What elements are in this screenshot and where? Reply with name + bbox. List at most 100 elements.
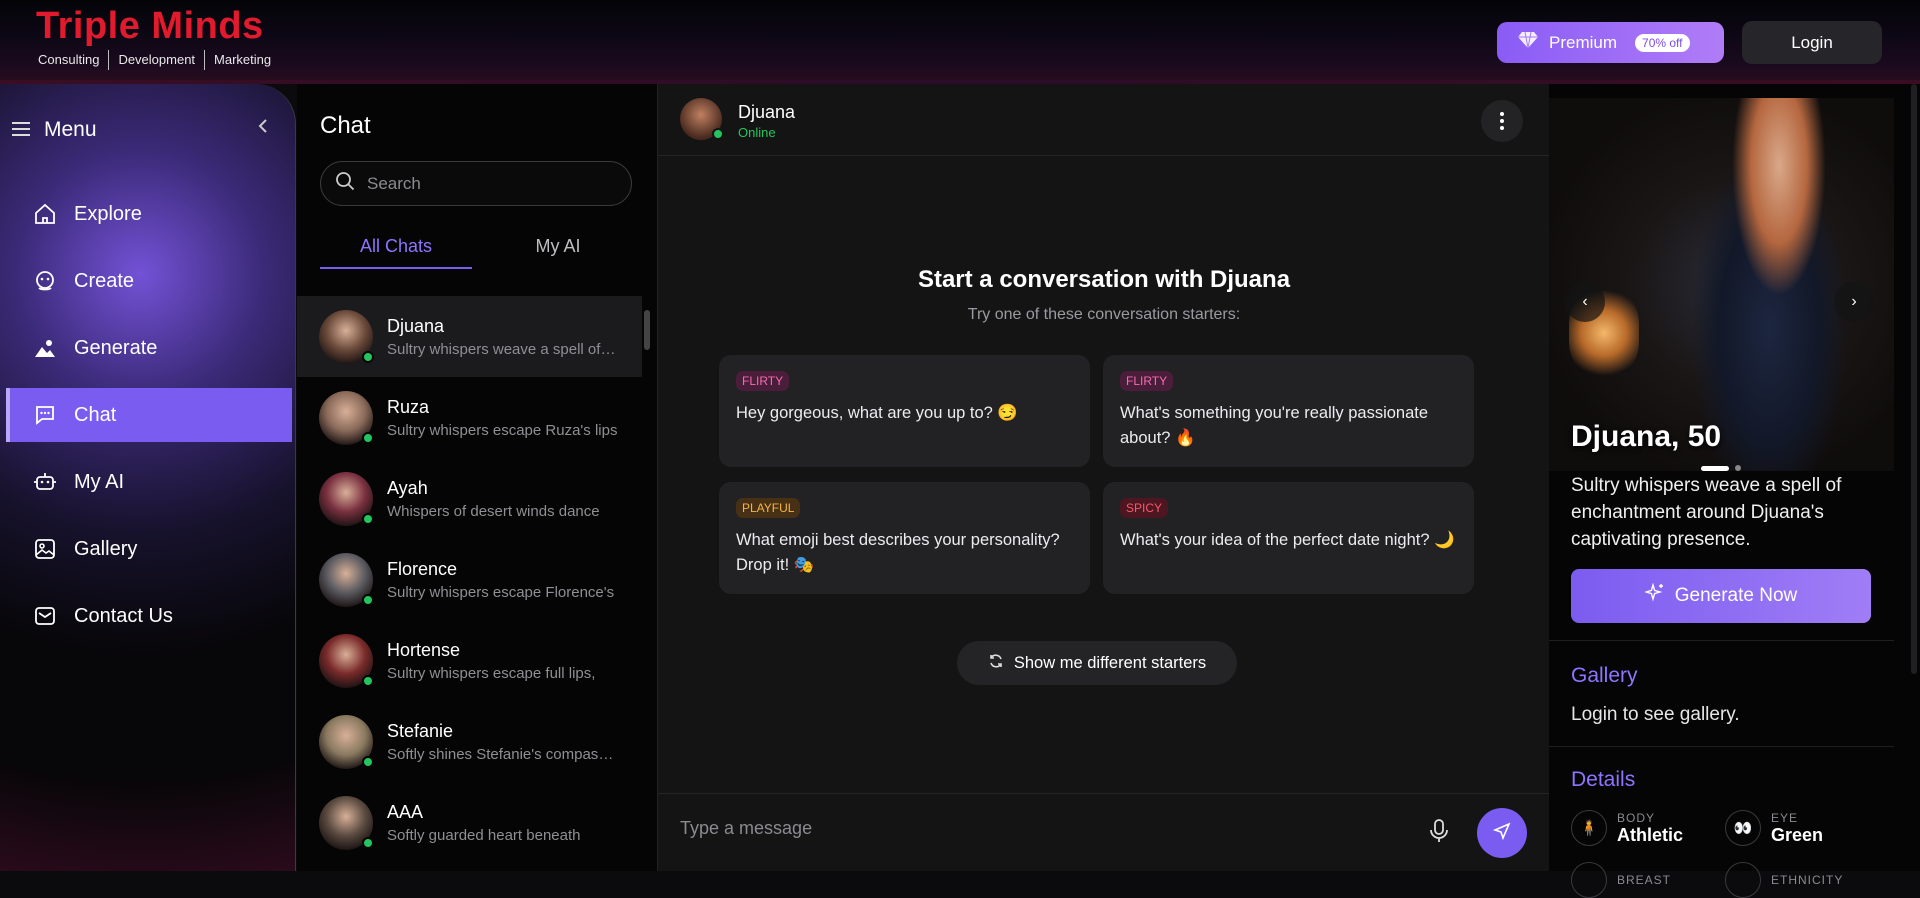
starter-text: What's your idea of the perfect date nig…: [1120, 531, 1455, 549]
discount-badge: 70% off: [1635, 33, 1690, 52]
online-indicator: [362, 755, 374, 768]
chat-item-preview: Sultry whispers escape Florence's: [387, 583, 615, 601]
detail-label: EYE: [1771, 810, 1799, 825]
chat-item-name: Florence: [387, 558, 458, 579]
chevron-right-icon[interactable]: ›: [1834, 282, 1874, 322]
chat-main: Djuana Online Start a conversation with …: [657, 84, 1550, 871]
sidebar-item-label: Contact Us: [74, 604, 173, 627]
gallery-icon: [32, 536, 58, 562]
chat-list-item[interactable]: Stefanie Softly shines Stefanie's compass…: [297, 701, 642, 782]
carousel-dot[interactable]: [1735, 465, 1741, 471]
profile-panel: ‹ › Djuana, 50 Sultry whispers weave a s…: [1549, 84, 1920, 898]
starter-tag: FLIRTY: [736, 371, 790, 391]
starter-card[interactable]: SPICY What's your idea of the perfect da…: [1103, 482, 1474, 594]
starter-tag: PLAYFUL: [736, 498, 801, 518]
online-indicator: [362, 512, 374, 525]
starter-text: Hey gorgeous, what are you up to? 😏: [736, 404, 1018, 422]
avatar: [319, 633, 374, 688]
tab-my-ai[interactable]: My AI: [482, 236, 634, 267]
profile-image-carousel: ‹ › Djuana, 50: [1549, 98, 1894, 471]
contact-name: Djuana: [738, 102, 796, 122]
premium-label: Premium: [1549, 32, 1618, 52]
chat-list-item[interactable]: AAA Softly guarded heart beneath: [297, 782, 642, 863]
sidebar-item-chat[interactable]: Chat: [6, 388, 292, 442]
detail-value: Green: [1771, 824, 1824, 845]
chat-item-preview: Sultry whispers escape full lips,: [387, 664, 596, 682]
sidebar: Menu Explore Create Generate Chat My AI …: [0, 84, 296, 871]
different-starters-button[interactable]: Show me different starters: [957, 641, 1237, 685]
sidebar-item-my-ai[interactable]: My AI: [6, 455, 292, 509]
search-input[interactable]: Search: [320, 161, 632, 206]
sidebar-item-label: Generate: [74, 336, 158, 359]
generate-now-label: Generate Now: [1674, 585, 1798, 606]
more-options-icon[interactable]: [1481, 100, 1523, 142]
body-icon: 🧍: [1571, 810, 1607, 846]
top-header: Triple Minds Consulting Development Mark…: [0, 0, 1920, 84]
chat-item-preview: Sultry whispers weave a spell of enchant…: [387, 340, 619, 358]
gallery-title: Gallery: [1571, 664, 1638, 687]
starter-card[interactable]: FLIRTY Hey gorgeous, what are you up to?…: [719, 355, 1090, 467]
menu-label: Menu: [44, 118, 97, 141]
chat-list-item[interactable]: Hortense Sultry whispers escape full lips…: [297, 620, 642, 701]
logo-title: Triple Minds: [36, 5, 264, 47]
sidebar-item-generate[interactable]: Generate: [6, 321, 292, 375]
starter-card[interactable]: FLIRTY What's something you're really pa…: [1103, 355, 1474, 467]
send-button[interactable]: [1477, 808, 1527, 858]
carousel-dot[interactable]: [1701, 465, 1729, 471]
sidebar-item-label: Create: [74, 269, 135, 292]
logo-subtitle: Development: [108, 50, 204, 70]
profile-scrollbar[interactable]: [1911, 84, 1917, 674]
login-button[interactable]: Login: [1742, 21, 1882, 64]
chevron-left-icon[interactable]: [258, 118, 268, 139]
chat-item-name: Hortense: [387, 639, 461, 660]
tab-all-chats[interactable]: All Chats: [320, 236, 472, 269]
chat-list-item[interactable]: Florence Sultry whispers escape Florence'…: [297, 539, 642, 620]
chat-item-preview: Whispers of desert winds dance: [387, 502, 600, 520]
chat-item-preview: Softly guarded heart beneath: [387, 826, 581, 844]
contact-status: Online: [738, 125, 776, 140]
robot-icon: [32, 469, 58, 495]
sidebar-item-contact-us[interactable]: Contact Us: [6, 589, 292, 643]
chat-header: Djuana Online: [658, 84, 1550, 156]
chat-list-item[interactable]: Ruza Sultry whispers escape Ruza's lips: [297, 377, 642, 458]
home-icon: [32, 201, 58, 227]
chat-list-scrollbar[interactable]: [643, 300, 651, 867]
avatar: [319, 552, 374, 607]
detail-ethnicity: ETHNICITY: [1725, 862, 1843, 898]
microphone-icon[interactable]: [1424, 816, 1454, 846]
detail-label: BREAST: [1617, 873, 1672, 887]
different-starters-label: Show me different starters: [1013, 653, 1207, 672]
create-icon: [32, 268, 58, 294]
starter-card[interactable]: PLAYFUL What emoji best describes your p…: [719, 482, 1090, 594]
starter-text: What's something you're really passionat…: [1120, 404, 1429, 447]
chat-item-preview: Sultry whispers escape Ruza's lips: [387, 421, 618, 439]
generate-now-button[interactable]: Generate Now: [1571, 569, 1871, 623]
detail-value: Athletic: [1617, 824, 1684, 845]
message-input[interactable]: Type a message: [680, 818, 812, 839]
image-icon: [32, 335, 58, 361]
message-composer: Type a message: [658, 793, 1550, 871]
scroll-thumb[interactable]: [644, 310, 650, 350]
brand-logo[interactable]: Triple Minds Consulting Development Mark…: [36, 6, 280, 70]
chat-item-name: Djuana: [387, 315, 445, 336]
online-indicator: [362, 836, 374, 849]
chat-list-item[interactable]: Djuana Sultry whispers weave a spell of e…: [297, 296, 642, 377]
chat-list-item[interactable]: Ayah Whispers of desert winds dance: [297, 458, 642, 539]
chevron-left-icon[interactable]: ‹: [1565, 282, 1605, 322]
sidebar-item-create[interactable]: Create: [6, 254, 292, 308]
premium-button[interactable]: Premium 70% off: [1497, 22, 1724, 63]
detail-eye: 👀 EYE Green: [1725, 810, 1823, 846]
profile-portrait: [1669, 98, 1869, 471]
mail-icon: [32, 603, 58, 629]
chat-item-name: Ruza: [387, 396, 430, 417]
avatar: [319, 309, 374, 364]
starter-tag: FLIRTY: [1120, 371, 1174, 391]
search-placeholder: Search: [367, 173, 421, 193]
chat-icon: [32, 402, 58, 428]
eye-icon: 👀: [1725, 810, 1761, 846]
avatar: [319, 390, 374, 445]
sidebar-item-explore[interactable]: Explore: [6, 187, 292, 241]
sidebar-item-gallery[interactable]: Gallery: [6, 522, 292, 576]
carousel-indicator[interactable]: [1701, 465, 1741, 471]
hamburger-icon[interactable]: [12, 118, 30, 142]
